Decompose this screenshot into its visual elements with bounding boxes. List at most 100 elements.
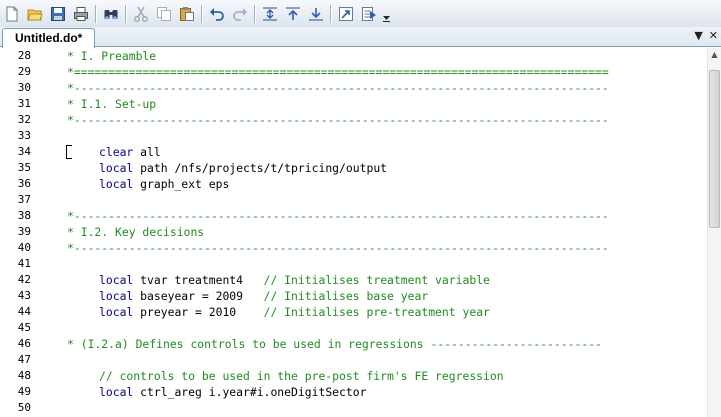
code-line[interactable]: 34 clear all <box>0 144 707 160</box>
code-line[interactable]: 48 // controls to be used in the pre-post… <box>0 368 707 384</box>
vertical-scrollbar[interactable]: ▲ <box>707 48 721 417</box>
keyword-token: local <box>99 161 134 175</box>
text-token: graph_ext eps <box>133 177 230 191</box>
comment-token: // controls to be used in the pre-post f… <box>99 369 504 383</box>
indent-icon[interactable] <box>260 4 279 23</box>
comment-token: * I. Preamble <box>67 49 157 63</box>
keyword-token: local <box>99 289 134 303</box>
save-icon[interactable] <box>48 4 67 23</box>
find-icon[interactable] <box>101 4 120 23</box>
new-file-icon[interactable] <box>2 4 21 23</box>
undo-icon[interactable] <box>207 4 226 23</box>
keyword-token: local <box>99 177 134 191</box>
comment-token: * (I.2.a) Defines controls to be used in… <box>67 337 602 351</box>
line-number: 38 <box>17 209 31 222</box>
code-line[interactable]: 40 *-------------------------------------… <box>0 240 707 256</box>
code-editor[interactable]: 28 * I. Preamble 29 *======================… <box>0 48 707 417</box>
move-up-icon[interactable] <box>283 4 302 23</box>
code-line[interactable]: 42 local tvar treatment4 // Initialises t… <box>0 272 707 288</box>
code-line[interactable]: 35 local path /nfs/projects/t/tpricing/ou… <box>0 160 707 176</box>
line-number: 39 <box>17 225 31 238</box>
line-number: 31 <box>17 97 31 110</box>
code-text: clear all <box>99 144 161 160</box>
line-number: 35 <box>17 161 31 174</box>
comment-token: *---------------------------------------… <box>67 209 609 223</box>
line-number: 49 <box>17 385 31 398</box>
tab-strip: Untitled.do* ▼ ✕ <box>0 27 721 48</box>
move-down-icon[interactable] <box>306 4 325 23</box>
line-number: 41 <box>17 257 31 270</box>
open-folder-icon[interactable] <box>25 4 44 23</box>
goto-icon[interactable] <box>336 4 355 23</box>
line-number: 45 <box>17 321 31 334</box>
scrollbar-thumb[interactable] <box>709 70 720 228</box>
code-line[interactable]: 28 * I. Preamble <box>0 48 707 64</box>
toolbar-separator <box>125 4 126 23</box>
redo-icon[interactable] <box>230 4 249 23</box>
keyword-token: clear <box>99 145 134 159</box>
text-token: baseyear = 2009 <box>133 289 264 303</box>
comment-token: *=======================================… <box>67 65 609 79</box>
line-number: 36 <box>17 177 31 190</box>
keyword-token: local <box>99 305 134 319</box>
line-number: 47 <box>17 353 31 366</box>
comment-token: *---------------------------------------… <box>67 113 609 127</box>
line-number: 37 <box>17 193 31 206</box>
code-line[interactable]: 47 <box>0 352 707 368</box>
code-line[interactable]: 45 <box>0 320 707 336</box>
line-number: 29 <box>17 65 31 78</box>
tab-list-dropdown-icon[interactable]: ▼ <box>694 29 702 43</box>
line-number: 33 <box>17 129 31 142</box>
code-text: local baseyear = 2009 // Initialises bas… <box>99 288 428 304</box>
code-text: *---------------------------------------… <box>67 240 609 256</box>
line-number: 40 <box>17 241 31 254</box>
code-line[interactable]: 38 *-------------------------------------… <box>0 208 707 224</box>
text-token: path /nfs/projects/t/tpricing/output <box>133 161 388 175</box>
comment-token: // Initialises pre-treatment year <box>263 305 490 319</box>
text-cursor <box>66 145 72 159</box>
code-line[interactable]: 44 local preyear = 2010 // Initialises pr… <box>0 304 707 320</box>
print-icon[interactable] <box>71 4 90 23</box>
code-line[interactable]: 49 local ctrl_areg i.year#i.oneDigitSecto… <box>0 384 707 400</box>
scroll-up-icon[interactable]: ▲ <box>708 48 721 62</box>
line-number: 48 <box>17 369 31 382</box>
toolbar-separator <box>201 4 202 23</box>
code-line[interactable]: 50 <box>0 400 707 416</box>
toolbar-overflow-icon[interactable] <box>382 4 391 23</box>
code-text: local ctrl_areg i.year#i.oneDigitSector <box>99 384 366 400</box>
code-text: * (I.2.a) Defines controls to be used in… <box>67 336 602 352</box>
copy-icon[interactable] <box>154 4 173 23</box>
close-tab-icon[interactable]: ✕ <box>709 29 718 43</box>
comment-token: * I.2. Key decisions <box>67 225 205 239</box>
code-line[interactable]: 31 * I.1. Set-up <box>0 96 707 112</box>
line-number: 42 <box>17 273 31 286</box>
paste-icon[interactable] <box>177 4 196 23</box>
comment-token: // Initialises treatment variable <box>263 273 490 287</box>
code-text: local preyear = 2010 // Initialises pre-… <box>99 304 490 320</box>
code-text: * I. Preamble <box>67 48 156 64</box>
line-number: 32 <box>17 113 31 126</box>
comment-token: *---------------------------------------… <box>67 81 609 95</box>
code-line[interactable]: 36 local graph_ext eps <box>0 176 707 192</box>
code-line[interactable]: 46 * (I.2.a) Defines controls to be used … <box>0 336 707 352</box>
code-line[interactable]: 37 <box>0 192 707 208</box>
toolbar <box>0 0 721 27</box>
text-token: all <box>133 145 161 159</box>
toolbar-separator <box>330 4 331 23</box>
code-line[interactable]: 39 * I.2. Key decisions <box>0 224 707 240</box>
code-line[interactable]: 30 *-------------------------------------… <box>0 80 707 96</box>
line-number: 30 <box>17 81 31 94</box>
code-line[interactable]: 32 *-------------------------------------… <box>0 112 707 128</box>
code-line[interactable]: 41 <box>0 256 707 272</box>
code-text: local graph_ext eps <box>99 176 229 192</box>
text-token: tvar treatment4 <box>133 273 264 287</box>
code-line[interactable]: 43 local baseyear = 2009 // Initialises b… <box>0 288 707 304</box>
code-line[interactable]: 33 <box>0 128 707 144</box>
run-icon[interactable] <box>359 4 378 23</box>
code-text: *---------------------------------------… <box>67 80 609 96</box>
cut-icon[interactable] <box>131 4 150 23</box>
code-text: *=======================================… <box>67 64 609 80</box>
tab-untitled-do[interactable]: Untitled.do* <box>2 28 96 48</box>
code-line[interactable]: 29 *=====================================… <box>0 64 707 80</box>
scroll-up-arrow: ▲ <box>711 50 718 59</box>
